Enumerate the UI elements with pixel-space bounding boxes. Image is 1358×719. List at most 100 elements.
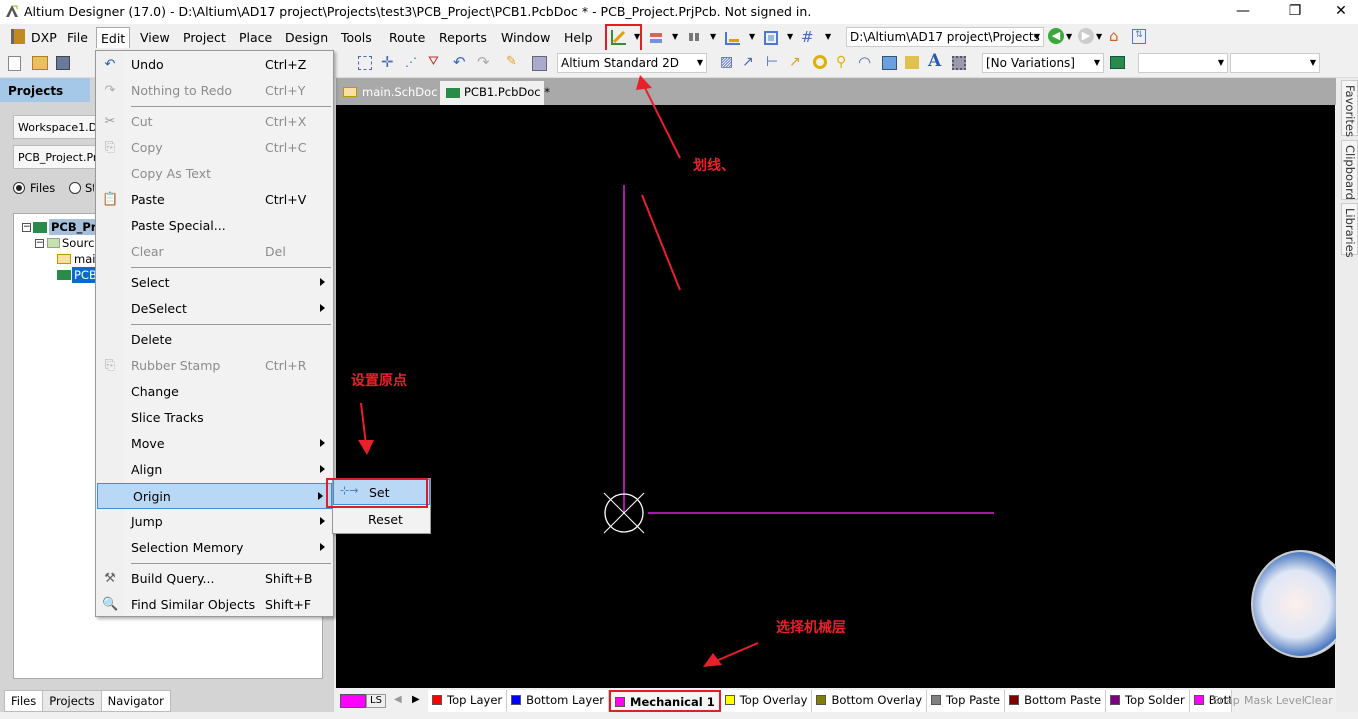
via-icon[interactable]: ⚲ [836, 54, 846, 70]
snap-button[interactable]: Snap [1212, 694, 1240, 707]
layer-tab-top-solder[interactable]: Top Solder [1106, 690, 1190, 712]
menu-item-nothing-to-redo[interactable]: ↷ Nothing to Redo Ctrl+Y [96, 78, 333, 104]
open-icon[interactable] [32, 56, 48, 70]
tab-libraries[interactable]: Libraries [1341, 203, 1358, 258]
menu-file[interactable]: File [63, 27, 92, 48]
menu-item-slice-tracks[interactable]: Slice Tracks [96, 405, 333, 431]
rectangle-icon[interactable] [882, 56, 897, 70]
menu-item-cut[interactable]: ✂ Cut Ctrl+X [96, 109, 333, 135]
layer-tab-top-overlay[interactable]: Top Overlay [720, 690, 813, 712]
menu-tools[interactable]: Tools [337, 27, 376, 48]
arc-icon[interactable]: ◠ [858, 53, 871, 71]
menu-project[interactable]: Project [179, 27, 230, 48]
layer-tab-top-paste[interactable]: Top Paste [927, 690, 1006, 712]
multi-route-icon[interactable]: ↗ [789, 54, 801, 70]
dropdown-arrow-icon[interactable]: ▼ [1066, 32, 1072, 41]
menu-item-delete[interactable]: Delete [96, 327, 333, 353]
submenu-item-reset[interactable]: Reset [333, 507, 430, 533]
dropdown-arrow-icon[interactable]: ▼ [634, 32, 640, 41]
clear-button[interactable]: Clear [1304, 694, 1333, 707]
menu-item-paste[interactable]: 📋 Paste Ctrl+V [96, 187, 333, 213]
grid-icon[interactable]: # [801, 28, 814, 46]
polygon-icon[interactable] [905, 56, 919, 69]
tree-item-source[interactable]: Source Documents [62, 236, 97, 250]
empty-combo-1[interactable]: ▼ [1138, 53, 1228, 73]
structure-radio[interactable] [69, 182, 81, 194]
tree-item-sch[interactable]: main.SchDoc [74, 252, 96, 266]
align-icon[interactable] [648, 30, 664, 46]
scroll-right-icon[interactable]: ▶ [412, 694, 420, 705]
menu-place[interactable]: Place [235, 27, 276, 48]
layer-tab-bottom-overlay[interactable]: Bottom Overlay [812, 690, 928, 712]
dropdown-arrow-icon[interactable]: ▼ [672, 32, 678, 41]
menu-item-paste-special[interactable]: Paste Special... [96, 213, 333, 239]
menu-item-origin[interactable]: Origin [97, 483, 332, 509]
layer-set-button[interactable]: LS [366, 694, 386, 708]
back-icon[interactable]: ◀ [1048, 28, 1064, 44]
redo-icon[interactable]: ↷ [477, 53, 490, 71]
layer-tab-mechanical-1[interactable]: Mechanical 1 [609, 690, 721, 712]
select-cross-icon[interactable]: ⋰ [405, 55, 417, 69]
path-combo[interactable]: D:\Altium\AD17 project\Projects ▼ [846, 27, 1044, 47]
menu-view[interactable]: View [136, 27, 174, 48]
menu-item-copy-as-text[interactable]: Copy As Text [96, 161, 333, 187]
diff-pair-icon[interactable]: ⊢ [766, 54, 778, 70]
menu-item-find-similar-objects[interactable]: 🔍 Find Similar Objects Shift+F [96, 592, 333, 618]
route-icon[interactable]: ↗ [742, 54, 754, 70]
layer-tab-top-layer[interactable]: Top Layer [428, 690, 508, 712]
menu-item-rubber-stamp[interactable]: ⎘ Rubber Stamp Ctrl+R [96, 353, 333, 379]
current-layer-color[interactable] [340, 694, 366, 708]
dropdown-arrow-icon[interactable]: ▼ [1096, 32, 1102, 41]
new-icon[interactable] [8, 56, 21, 71]
home-icon[interactable]: ⌂ [1109, 27, 1119, 45]
project-combo[interactable]: PCB_Project.PrjPcb [13, 145, 98, 169]
inspector-icon[interactable] [532, 56, 547, 71]
tab-pcb1-pcbdoc[interactable]: PCB1.PcbDoc * [440, 81, 550, 105]
menu-item-jump[interactable]: Jump [96, 509, 333, 535]
highlight-icon[interactable]: ✎ [506, 54, 517, 69]
close-button[interactable]: ✕ [1318, 0, 1358, 24]
dropdown-arrow-icon[interactable]: ▼ [787, 32, 793, 41]
menu-edit[interactable]: Edit [96, 27, 131, 48]
text-icon[interactable]: A [928, 51, 941, 71]
minimize-button[interactable]: — [1220, 0, 1266, 24]
room-icon[interactable] [763, 30, 779, 46]
empty-combo-2[interactable]: ▼ [1230, 53, 1320, 73]
workspace-combo[interactable]: Workspace1.DsnWrk [13, 115, 98, 139]
menu-item-undo[interactable]: ↶ Undo Ctrl+Z [96, 52, 333, 78]
menu-item-select[interactable]: Select [96, 270, 333, 296]
board-icon[interactable] [1110, 56, 1125, 69]
pcb-canvas[interactable]: 划线、 设置原点 选择机械层 [336, 105, 1351, 688]
menu-dxp[interactable]: DXP [27, 27, 61, 48]
tab-clipboard[interactable]: Clipboard [1341, 140, 1358, 200]
collapse-icon[interactable]: − [35, 239, 44, 248]
menu-help[interactable]: Help [560, 27, 597, 48]
layer-tab-bottom-layer[interactable]: Bottom Layer [507, 690, 610, 712]
menu-item-deselect[interactable]: DeSelect [96, 296, 333, 322]
menu-window[interactable]: Window [497, 27, 554, 48]
tab-navigator[interactable]: Navigator [100, 690, 171, 712]
menu-item-change[interactable]: Change [96, 379, 333, 405]
mask-level-button[interactable]: Mask Level [1244, 694, 1305, 707]
dropdown-arrow-icon[interactable]: ▼ [710, 32, 716, 41]
layer-tab-bottom-paste[interactable]: Bottom Paste [1005, 690, 1107, 712]
forward-icon[interactable]: ▶ [1078, 28, 1094, 44]
menu-item-align[interactable]: Align [96, 457, 333, 483]
sync-icon[interactable]: ⇅ [1132, 29, 1146, 44]
tab-projects[interactable]: Projects [42, 690, 102, 712]
dropdown-arrow-icon[interactable]: ▼ [825, 32, 831, 41]
tree-item-pcb[interactable]: PCB1.PcbDoc [72, 267, 97, 283]
fill-icon[interactable]: ▨ [720, 54, 733, 70]
menu-design[interactable]: Design [281, 27, 332, 48]
dropdown-arrow-icon[interactable]: ▼ [749, 32, 755, 41]
undo-icon[interactable]: ↶ [453, 53, 466, 71]
scroll-left-icon[interactable]: ◀ [394, 694, 402, 705]
binoculars-icon[interactable] [686, 30, 702, 46]
menu-item-move[interactable]: Move [96, 431, 333, 457]
files-radio[interactable] [13, 182, 25, 194]
tab-files[interactable]: Files [4, 690, 44, 712]
clear-filter-icon[interactable]: ⛛ [428, 54, 439, 69]
pad-icon[interactable] [813, 55, 827, 69]
menu-item-build-query[interactable]: ⚒ Build Query... Shift+B [96, 566, 333, 592]
menu-item-copy[interactable]: ⎘ Copy Ctrl+C [96, 135, 333, 161]
